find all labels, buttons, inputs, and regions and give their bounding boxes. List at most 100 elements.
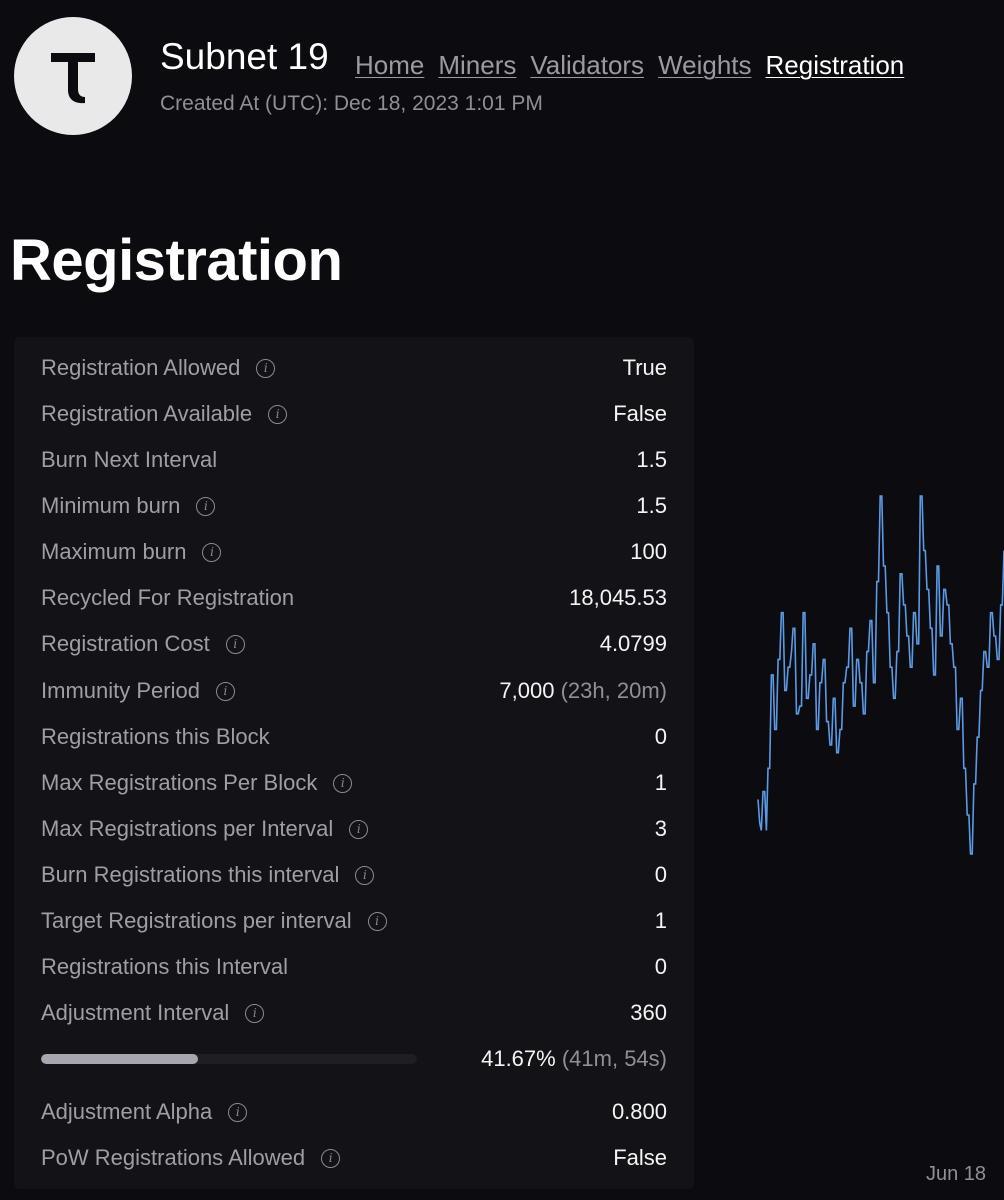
row-burn-next-interval: Burn Next Interval 1.5 [41,445,667,475]
row-maximum-burn: Maximum burn i 100 [41,537,667,567]
row-value-text: 0.800 [611,1099,667,1124]
row-adjustment-progress: 41.67% (41m, 54s) [41,1044,667,1074]
row-value-text: 0 [654,724,667,749]
subnet-nav: Home Miners Validators Weights Registrat… [355,52,904,78]
info-icon[interactable]: i [228,1102,248,1122]
info-icon[interactable]: i [321,1148,341,1168]
row-label: PoW Registrations Allowed [41,1145,306,1170]
row-value-text: 360 [630,1000,667,1025]
row-label: Adjustment Interval [41,1000,230,1025]
info-icon[interactable]: i [333,773,353,793]
row-value: 1 [655,770,667,796]
created-at: Created At (UTC): Dec 18, 2023 1:01 PM [160,92,543,115]
row-label-container: Max Registrations per Interval i [41,816,369,842]
row-label: Target Registrations per interval [41,908,352,933]
row-value-text: 7,000 [499,678,555,703]
row-value: 360 [630,1000,667,1026]
row-value-text: 1.5 [636,447,667,472]
row-target-registrations-per-interval: Target Registrations per interval i 1 [41,906,667,936]
nav-registration[interactable]: Registration [766,52,905,78]
row-adjustment-alpha: Adjustment Alpha i 0.800 [41,1097,667,1127]
row-registration-allowed: Registration Allowed i True [41,353,667,383]
row-label: Immunity Period [41,678,200,703]
row-value: 0 [655,724,667,750]
info-icon[interactable]: i [202,542,222,562]
row-label: Max Registrations Per Block [41,770,318,795]
row-value-text: 3 [654,816,667,841]
row-value-text: 1 [654,770,667,795]
info-icon[interactable]: i [256,358,276,378]
row-value: 1.5 [636,447,667,473]
row-value: 7,000 (23h, 20m) [499,678,667,704]
row-label-container: Registration Allowed i [41,355,276,381]
row-label-container: Target Registrations per interval i [41,908,387,934]
row-value-text: 4.0799 [599,631,667,656]
row-value-text: 0 [654,954,667,979]
row-label-container: Registrations this Block [41,724,270,750]
row-label: Maximum burn [41,539,187,564]
row-label-container: Registration Cost i [41,631,245,657]
row-immunity-period: Immunity Period i 7,000 (23h, 20m) [41,676,667,706]
row-label-container: Burn Next Interval [41,447,217,473]
row-value-text: 1 [654,908,667,933]
row-value-text: True [622,355,667,380]
row-label: Minimum burn [41,493,181,518]
subnet-title: Subnet 19 [160,36,329,77]
row-value: False [613,401,667,427]
row-registrations-this-interval: Registrations this Interval 0 [41,952,667,982]
nav-validators[interactable]: Validators [530,52,644,78]
adjustment-progress-value: 41.67% (41m, 54s) [481,1046,667,1072]
row-burn-registrations-this-interval: Burn Registrations this interval i 0 [41,860,667,890]
adjustment-progress-bar [41,1054,417,1064]
info-icon[interactable]: i [367,911,387,931]
row-value: True [623,355,667,381]
row-value-sub: (23h, 20m) [560,678,667,703]
row-label: Registration Allowed [41,355,241,380]
info-icon[interactable]: i [245,1003,265,1023]
row-max-registrations-per-block: Max Registrations Per Block i 1 [41,768,667,798]
info-icon[interactable]: i [196,496,216,516]
row-label-container: Registrations this Interval [41,954,288,980]
row-label: Adjustment Alpha [41,1099,213,1124]
info-icon[interactable]: i [215,681,235,701]
subnet-logo [14,17,132,135]
row-label: Max Registrations per Interval [41,816,334,841]
row-value: 0.800 [612,1099,667,1125]
row-label-container: Recycled For Registration [41,585,294,611]
row-value-text: 18,045.53 [569,585,667,610]
info-icon[interactable]: i [355,865,375,885]
row-value-text: 0 [654,862,667,887]
row-label-container: Immunity Period i [41,678,235,704]
nav-miners[interactable]: Miners [438,52,516,78]
registration-table: Registration Allowed i True Registration Av… [14,337,694,1189]
row-value-text: False [613,1145,667,1170]
row-label-container: Minimum burn i [41,493,216,519]
row-label: Registration Available [41,401,253,426]
nav-weights[interactable]: Weights [658,52,751,78]
row-value: 100 [630,539,667,565]
info-icon[interactable]: i [225,634,245,654]
info-icon[interactable]: i [349,819,369,839]
chart-date-label: Jun 18 [926,1163,987,1185]
row-label-container: Max Registrations Per Block i [41,770,353,796]
row-value: 18,045.53 [569,585,667,611]
row-value-text: 1.5 [636,493,667,518]
row-value: 0 [655,954,667,980]
row-value-text: False [613,401,667,426]
row-label-container: Adjustment Alpha i [41,1099,248,1125]
nav-home[interactable]: Home [355,52,424,78]
row-label: Recycled For Registration [41,585,295,610]
row-registration-available: Registration Available i False [41,399,667,429]
info-icon[interactable]: i [268,404,288,424]
row-registration-cost: Registration Cost i 4.0799 [41,629,667,659]
row-pow-registrations-allowed: PoW Registrations Allowed i False [41,1143,667,1173]
row-label: Registration Cost [41,631,210,656]
row-value-text: 100 [630,539,667,564]
row-max-registrations-per-interval: Max Registrations per Interval i 3 [41,814,667,844]
row-label-container: Registration Available i [41,401,288,427]
registration-cost-sparkline [757,495,1004,855]
row-recycled-for-registration: Recycled For Registration 18,045.53 [41,583,667,613]
row-registrations-this-block: Registrations this Block 0 [41,722,667,752]
row-value: 0 [655,862,667,888]
tao-logo-icon [51,53,95,104]
